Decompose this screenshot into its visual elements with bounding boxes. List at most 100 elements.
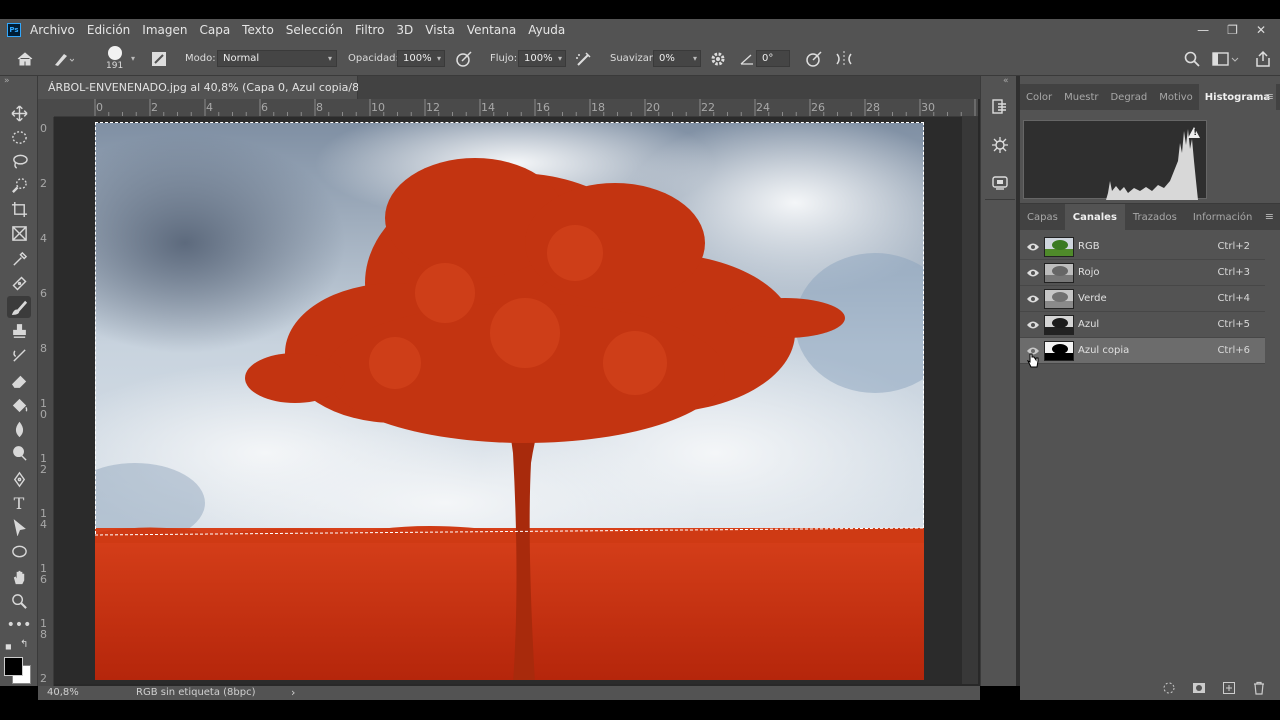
foreground-color-swatch[interactable] xyxy=(4,657,23,676)
eyedropper-tool-icon[interactable] xyxy=(7,248,31,270)
menu-vista[interactable]: Vista xyxy=(425,23,455,37)
blur-tool-icon[interactable] xyxy=(7,418,31,440)
ellipse-tool-icon[interactable] xyxy=(7,540,31,562)
default-colors-icon[interactable]: ◼ xyxy=(5,642,12,651)
zoom-level[interactable]: 40,8% xyxy=(47,687,79,698)
zoom-tool-icon[interactable] xyxy=(7,590,31,612)
airbrush-icon[interactable] xyxy=(574,41,594,76)
menu-filtro[interactable]: Filtro xyxy=(355,23,384,37)
ruler-label: 0 xyxy=(40,122,47,135)
search-icon[interactable] xyxy=(1184,41,1200,76)
libraries-panel-icon[interactable] xyxy=(991,174,1009,195)
eraser-tool-icon[interactable] xyxy=(7,370,31,392)
new-channel-icon[interactable] xyxy=(1222,681,1236,695)
menu-texto[interactable]: Texto xyxy=(242,23,274,37)
collapse-arrows-icon[interactable]: » xyxy=(4,76,10,86)
paint-bucket-tool-icon[interactable] xyxy=(7,394,31,416)
vertical-scrollbar[interactable] xyxy=(962,117,978,684)
ruler-ticks xyxy=(94,99,976,116)
panel-menu-icon[interactable]: ≡ xyxy=(1265,210,1274,223)
vertical-ruler[interactable]: 0 2 4 6 8 1 0 1 2 1 4 1 6 1 8 2 xyxy=(38,117,54,686)
opacity-input[interactable]: 100% ▾ xyxy=(397,50,445,67)
visibility-eye-icon[interactable] xyxy=(1022,268,1044,278)
horizontal-ruler[interactable]: 0 2 4 6 8 10 12 14 16 18 20 22 24 26 28 … xyxy=(54,99,978,117)
menu-ayuda[interactable]: Ayuda xyxy=(528,23,565,37)
tab-layers[interactable]: Capas xyxy=(1020,204,1065,230)
type-tool-icon[interactable]: T xyxy=(7,492,31,514)
swap-colors-icon[interactable]: ↰ xyxy=(20,639,28,650)
menu-capa[interactable]: Capa xyxy=(199,23,230,37)
move-tool-icon[interactable] xyxy=(7,102,31,124)
smoothing-input[interactable]: 0% ▾ xyxy=(653,50,701,67)
quick-selection-tool-icon[interactable] xyxy=(7,174,31,196)
symmetry-icon[interactable] xyxy=(834,41,854,76)
tab-patterns[interactable]: Motivo xyxy=(1153,84,1198,110)
brush-size-picker[interactable]: 191 xyxy=(106,41,123,76)
brush-settings-icon[interactable] xyxy=(150,41,168,76)
tab-paths[interactable]: Trazados xyxy=(1125,204,1185,230)
crop-tool-icon[interactable] xyxy=(7,198,31,220)
ruler-label: 10 xyxy=(371,101,385,114)
channel-thumbnail xyxy=(1044,340,1074,361)
close-window-button[interactable]: ✕ xyxy=(1256,23,1266,37)
tab-color[interactable]: Color xyxy=(1020,84,1058,110)
pen-tool-icon[interactable] xyxy=(7,468,31,490)
healing-brush-tool-icon[interactable] xyxy=(7,272,31,294)
load-selection-icon[interactable] xyxy=(1162,681,1176,695)
chevron-down-icon: ▾ xyxy=(692,54,697,63)
menu-3d[interactable]: 3D xyxy=(396,23,413,37)
brush-preset-picker[interactable] xyxy=(52,41,74,76)
angle-input[interactable]: 0° xyxy=(756,50,790,67)
path-selection-tool-icon[interactable] xyxy=(7,516,31,538)
menu-seleccion[interactable]: Selección xyxy=(286,23,343,37)
marquee-tool-icon[interactable] xyxy=(7,126,31,148)
tab-channels[interactable]: Canales xyxy=(1064,204,1125,230)
angle-icon xyxy=(740,41,754,76)
flow-input[interactable]: 100% ▾ xyxy=(518,50,566,67)
tab-info[interactable]: Información xyxy=(1185,204,1260,230)
pressure-size-icon[interactable] xyxy=(804,41,824,76)
menu-ventana[interactable]: Ventana xyxy=(467,23,516,37)
pressure-opacity-icon[interactable] xyxy=(454,41,474,76)
document-image[interactable] xyxy=(95,123,924,680)
save-selection-icon[interactable] xyxy=(1192,681,1206,695)
visibility-eye-icon[interactable] xyxy=(1022,320,1044,330)
document-tab[interactable]: ÁRBOL-ENVENENADO.jpg al 40,8% (Capa 0, A… xyxy=(38,76,390,99)
channel-row-rgb[interactable]: RGB Ctrl+2 xyxy=(1020,234,1265,260)
channel-row-verde[interactable]: Verde Ctrl+4 xyxy=(1020,286,1265,312)
visibility-eye-icon[interactable] xyxy=(1022,294,1044,304)
more-tools-icon[interactable]: ••• xyxy=(7,614,32,636)
home-icon[interactable] xyxy=(16,41,34,76)
panel-menu-icon[interactable]: ≡ xyxy=(1265,90,1274,103)
menu-archivo[interactable]: Archivo xyxy=(30,23,75,37)
status-menu-arrow[interactable]: › xyxy=(291,686,295,699)
history-brush-tool-icon[interactable] xyxy=(7,344,31,366)
lasso-tool-icon[interactable] xyxy=(7,150,31,172)
chevron-down-icon[interactable]: ▾ xyxy=(131,41,135,76)
clone-stamp-tool-icon[interactable] xyxy=(7,320,31,342)
trash-icon[interactable] xyxy=(1252,681,1266,695)
properties-panel-icon[interactable] xyxy=(991,136,1009,157)
tab-gradients[interactable]: Degrad xyxy=(1104,84,1153,110)
channel-row-rojo[interactable]: Rojo Ctrl+3 xyxy=(1020,260,1265,286)
brush-tool-icon[interactable] xyxy=(7,296,31,318)
frame-tool-icon[interactable] xyxy=(7,222,31,244)
gear-icon[interactable] xyxy=(709,41,727,76)
channel-row-azul[interactable]: Azul Ctrl+5 xyxy=(1020,312,1265,338)
selection-marquee-right xyxy=(923,122,924,528)
channel-row-azul-copia[interactable]: Azul copia Ctrl+6 xyxy=(1020,338,1265,364)
tab-swatches[interactable]: Muestr xyxy=(1058,84,1104,110)
share-icon[interactable] xyxy=(1254,41,1272,76)
hand-tool-icon[interactable] xyxy=(7,566,31,588)
mode-select[interactable]: Normal ▾ xyxy=(217,50,337,67)
restore-button[interactable]: ❐ xyxy=(1227,23,1238,37)
minimize-button[interactable]: — xyxy=(1197,23,1209,37)
menu-imagen[interactable]: Imagen xyxy=(142,23,187,37)
history-panel-icon[interactable] xyxy=(991,98,1009,119)
ruler-label: 30 xyxy=(921,101,935,114)
workspace-icon[interactable] xyxy=(1212,41,1240,76)
visibility-eye-icon[interactable] xyxy=(1022,242,1044,252)
menu-edicion[interactable]: Edición xyxy=(87,23,130,37)
dodge-tool-icon[interactable] xyxy=(7,442,31,464)
collapse-arrows-icon[interactable]: « xyxy=(1003,76,1009,86)
